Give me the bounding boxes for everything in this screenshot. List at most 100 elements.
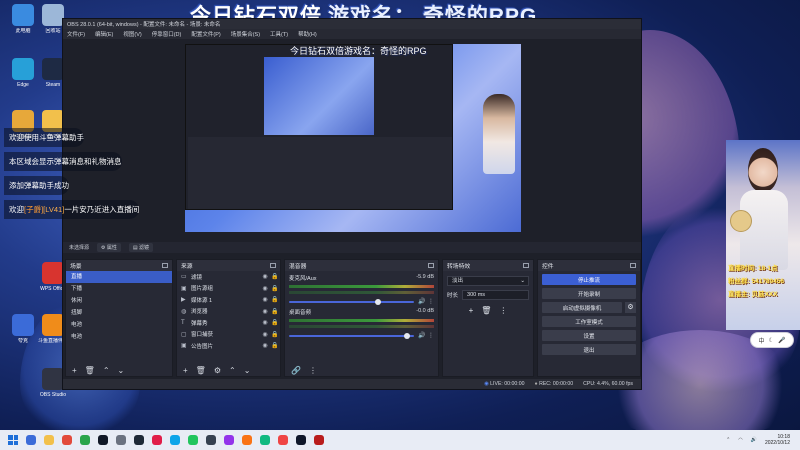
scene-item[interactable]: 电池: [66, 319, 172, 331]
move-down-icon[interactable]: ⌄: [118, 366, 125, 375]
taskbar-app-icon[interactable]: [188, 435, 198, 445]
menu-item[interactable]: 视图(V): [123, 30, 141, 38]
studio-mode-button[interactable]: 工作室模式: [542, 316, 636, 327]
taskbar-app-icon[interactable]: [98, 435, 108, 445]
source-item[interactable]: ▶ 媒体源 1 ◉ 🔒: [177, 294, 280, 306]
desktop-icon[interactable]: 此电脑: [8, 4, 38, 34]
menu-item[interactable]: 文件(F): [67, 30, 85, 38]
eye-icon[interactable]: ◉: [260, 342, 270, 349]
start-button[interactable]: [8, 435, 18, 445]
filters-button[interactable]: ▤ 滤镜: [128, 243, 154, 252]
ime-chip[interactable]: 中 ☾ 🎤: [750, 332, 794, 348]
lock-icon[interactable]: 🔒: [270, 331, 280, 338]
transition-select[interactable]: 淡出 ⌄: [447, 276, 529, 286]
source-item[interactable]: ▣ 图片源组 ◉ 🔒: [177, 283, 280, 295]
duration-input[interactable]: 300 ms: [462, 290, 529, 300]
source-item[interactable]: ◍ 浏览器 ◉ 🔒: [177, 306, 280, 318]
taskbar-app-icon[interactable]: [296, 435, 306, 445]
more-icon[interactable]: ⋮: [309, 366, 317, 375]
desktop-icon[interactable]: 夸克: [8, 314, 38, 344]
volume-icon[interactable]: 🔊: [751, 437, 757, 443]
dock-popout-icon[interactable]: [523, 263, 529, 268]
more-icon[interactable]: ⋮: [428, 332, 434, 339]
volume-slider[interactable]: [289, 298, 414, 305]
eye-icon[interactable]: ◉: [260, 285, 270, 292]
menu-item[interactable]: 场景集合(S): [231, 30, 260, 38]
eye-icon[interactable]: ◉: [260, 319, 270, 326]
exit-button[interactable]: 退出: [542, 344, 636, 355]
volume-slider-knob[interactable]: [374, 298, 381, 305]
scene-item[interactable]: 电池: [66, 331, 172, 343]
menu-item[interactable]: 停靠窗口(D): [152, 30, 182, 38]
lock-icon[interactable]: 🔒: [270, 285, 280, 292]
taskbar-app-icon[interactable]: [206, 435, 216, 445]
taskbar-app-icon[interactable]: [44, 435, 54, 445]
virtual-cam-button[interactable]: 启动虚拟摄像机: [542, 302, 622, 313]
taskbar-app-icon[interactable]: [260, 435, 270, 445]
lock-icon[interactable]: 🔒: [270, 308, 280, 315]
eye-icon[interactable]: ◉: [260, 273, 270, 280]
add-icon[interactable]: +: [72, 366, 77, 375]
obs-preview[interactable]: 今日钻石双倍游戏名：奇怪的RPG: [185, 44, 521, 232]
scene-item[interactable]: 下播: [66, 283, 172, 295]
menu-item[interactable]: 工具(T): [270, 30, 288, 38]
eye-icon[interactable]: ◉: [260, 308, 270, 315]
taskbar-app-icon[interactable]: [80, 435, 90, 445]
source-item[interactable]: ▣ 公告图片 ◉ 🔒: [177, 340, 280, 352]
trash-icon[interactable]: 🗑: [85, 366, 95, 375]
eye-icon[interactable]: ◉: [260, 331, 270, 338]
taskbar-app-icon[interactable]: [152, 435, 162, 445]
source-item[interactable]: T 弹幕秀 ◉ 🔒: [177, 317, 280, 329]
more-icon[interactable]: ⋮: [499, 306, 507, 315]
eye-icon[interactable]: ◉: [260, 296, 270, 303]
settings-button[interactable]: 设置: [542, 330, 636, 341]
lock-icon[interactable]: 🔒: [270, 273, 280, 280]
taskbar-app-icon[interactable]: [62, 435, 72, 445]
move-up-icon[interactable]: ⌃: [103, 366, 110, 375]
clock[interactable]: 10:18 2022/10/12: [765, 434, 790, 446]
menu-item[interactable]: 编辑(E): [95, 30, 113, 38]
volume-icon[interactable]: 🔊: [418, 332, 425, 339]
source-item[interactable]: ▭ 滤镜 ◉ 🔒: [177, 271, 280, 283]
scene-item[interactable]: 休闲: [66, 295, 172, 307]
lock-icon[interactable]: 🔒: [270, 319, 280, 326]
taskbar-app-icon[interactable]: [224, 435, 234, 445]
dock-popout-icon[interactable]: [630, 263, 636, 268]
link-icon[interactable]: 🔗: [291, 366, 301, 375]
taskbar-app-icon[interactable]: [170, 435, 180, 445]
taskbar-app-icon[interactable]: [314, 435, 324, 445]
trash-icon[interactable]: 🗑: [481, 306, 491, 315]
dock-popout-icon[interactable]: [162, 263, 168, 268]
scene-item[interactable]: 直播: [66, 271, 172, 283]
desktop-icon[interactable]: Edge: [8, 58, 38, 88]
stop-stream-button[interactable]: 停止推流: [542, 274, 636, 285]
taskbar-app-icon[interactable]: [134, 435, 144, 445]
taskbar-app-icon[interactable]: [116, 435, 126, 445]
chevron-up-icon[interactable]: ⌃: [726, 437, 730, 443]
scene-item[interactable]: 扭脚: [66, 307, 172, 319]
volume-slider-knob[interactable]: [403, 332, 410, 339]
move-down-icon[interactable]: ⌄: [244, 366, 251, 375]
taskbar-app-icon[interactable]: [278, 435, 288, 445]
properties-button[interactable]: ⚙ 属性: [97, 243, 121, 252]
volume-icon[interactable]: 🔊: [418, 298, 425, 305]
menu-item[interactable]: 帮助(H): [298, 30, 317, 38]
add-icon[interactable]: +: [183, 366, 188, 375]
trash-icon[interactable]: 🗑: [196, 366, 206, 375]
volume-slider[interactable]: [289, 332, 414, 339]
move-up-icon[interactable]: ⌃: [229, 366, 236, 375]
wifi-icon[interactable]: ◠: [738, 437, 742, 443]
gear-icon[interactable]: ⚙: [214, 366, 221, 375]
lock-icon[interactable]: 🔒: [270, 342, 280, 349]
lock-icon[interactable]: 🔒: [270, 296, 280, 303]
add-icon[interactable]: +: [469, 306, 474, 315]
start-record-button[interactable]: 开始录制: [542, 288, 636, 299]
taskbar-app-icon[interactable]: [242, 435, 252, 445]
gear-icon[interactable]: ⚙: [625, 302, 636, 313]
dock-popout-icon[interactable]: [270, 263, 276, 268]
taskbar-app-icon[interactable]: [26, 435, 36, 445]
source-item[interactable]: ▢ 窗口捕获 ◉ 🔒: [177, 329, 280, 341]
more-icon[interactable]: ⋮: [428, 298, 434, 305]
menu-item[interactable]: 配置文件(P): [191, 30, 220, 38]
dock-popout-icon[interactable]: [428, 263, 434, 268]
